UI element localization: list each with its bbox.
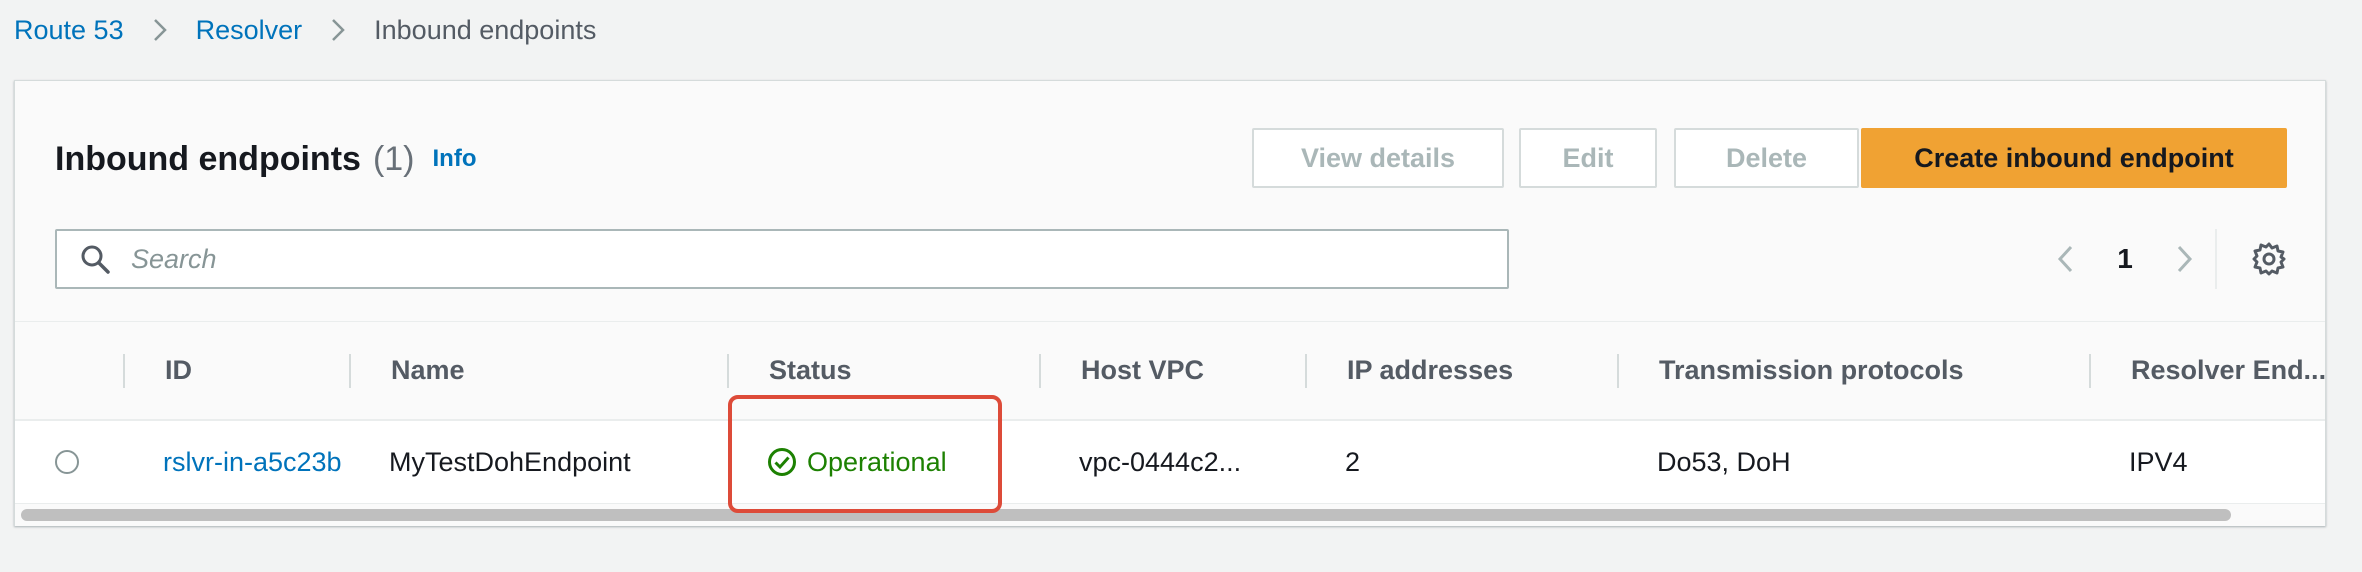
breadcrumb: Route 53 Resolver Inbound endpoints <box>14 10 596 50</box>
endpoints-panel: Inbound endpoints (1) Info View details … <box>14 80 2326 526</box>
table-header: ID Name Status Host VPC IP addresses Tra… <box>15 322 2327 419</box>
horizontal-scrollbar[interactable] <box>15 503 2325 526</box>
column-divider <box>2089 354 2091 388</box>
page-number[interactable]: 1 <box>2105 229 2145 289</box>
column-divider <box>123 354 125 388</box>
column-divider <box>727 354 729 388</box>
host-vpc: vpc-0444c2... <box>1079 446 1242 477</box>
row-select-radio[interactable] <box>55 450 79 474</box>
breadcrumb-route53[interactable]: Route 53 <box>14 15 124 46</box>
view-details-button[interactable]: View details <box>1252 128 1504 188</box>
search-input[interactable] <box>129 242 1433 276</box>
pager-divider <box>2215 229 2217 289</box>
breadcrumb-resolver[interactable]: Resolver <box>196 15 303 46</box>
column-header-ip-addresses[interactable]: IP addresses <box>1347 322 1607 419</box>
chevron-right-icon <box>124 10 196 50</box>
column-header-id[interactable]: ID <box>165 322 325 419</box>
previous-page-button[interactable] <box>2045 229 2085 289</box>
transmission-protocols: Do53, DoH <box>1657 446 1791 477</box>
column-divider <box>1617 354 1619 388</box>
status-highlight-box <box>728 395 1002 513</box>
column-header-resolver-endpoint[interactable]: Resolver End... <box>2131 322 2327 419</box>
edit-button[interactable]: Edit <box>1519 128 1657 188</box>
info-link[interactable]: Info <box>433 145 477 173</box>
search-box[interactable] <box>55 229 1509 289</box>
column-divider <box>1305 354 1307 388</box>
table-row[interactable]: rslvr-in-a5c23b MyTestDohEndpoint Operat… <box>15 421 2325 503</box>
ip-address-count: 2 <box>1345 446 1361 477</box>
delete-button[interactable]: Delete <box>1674 128 1859 188</box>
chevron-right-icon <box>302 10 374 50</box>
chevron-left-icon <box>2057 245 2073 273</box>
create-inbound-endpoint-button[interactable]: Create inbound endpoint <box>1861 128 2287 188</box>
search-icon <box>81 245 110 274</box>
column-header-name[interactable]: Name <box>391 322 721 419</box>
resolver-endpoint-type: IPV4 <box>2129 446 2188 477</box>
column-divider <box>349 354 351 388</box>
column-header-transmission-protocols[interactable]: Transmission protocols <box>1659 322 2079 419</box>
chevron-right-icon <box>2177 245 2193 273</box>
page-title: Inbound endpoints <box>55 139 361 178</box>
column-divider <box>1039 354 1041 388</box>
breadcrumb-current: Inbound endpoints <box>374 14 597 45</box>
gear-icon[interactable] <box>2251 241 2287 277</box>
column-header-host-vpc[interactable]: Host VPC <box>1081 322 1301 419</box>
panel-header: Inbound endpoints (1) Info <box>55 131 476 187</box>
next-page-button[interactable] <box>2165 229 2205 289</box>
endpoint-id-link[interactable]: rslvr-in-a5c23b <box>163 421 347 503</box>
item-count: (1) <box>372 139 415 178</box>
scrollbar-thumb[interactable] <box>21 509 2231 521</box>
endpoint-name: MyTestDohEndpoint <box>389 446 631 477</box>
